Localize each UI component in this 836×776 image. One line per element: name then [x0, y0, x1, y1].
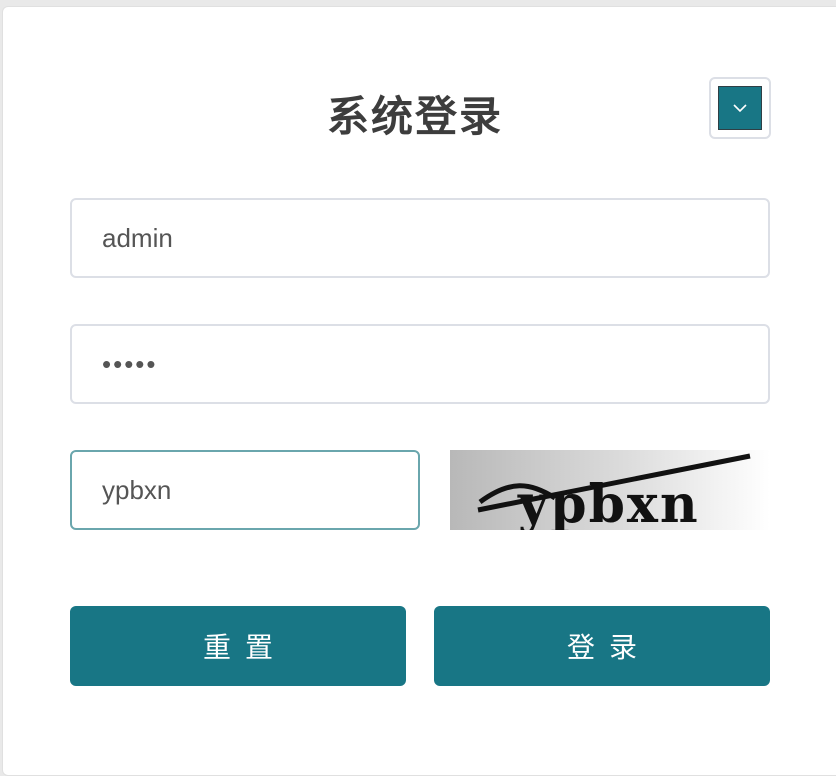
captcha-input[interactable] — [70, 450, 420, 530]
chevron-down-icon — [733, 104, 747, 113]
captcha-image[interactable]: ypbxn — [450, 450, 770, 530]
captcha-text: ypbxn — [517, 474, 700, 530]
language-dropdown[interactable] — [709, 77, 771, 139]
reset-button[interactable]: 重置 — [70, 606, 406, 686]
username-input[interactable] — [70, 198, 770, 278]
language-dropdown-button[interactable] — [718, 86, 762, 130]
page-title: 系统登录 — [326, 92, 503, 141]
password-input[interactable] — [70, 324, 770, 404]
login-button[interactable]: 登录 — [434, 606, 770, 686]
